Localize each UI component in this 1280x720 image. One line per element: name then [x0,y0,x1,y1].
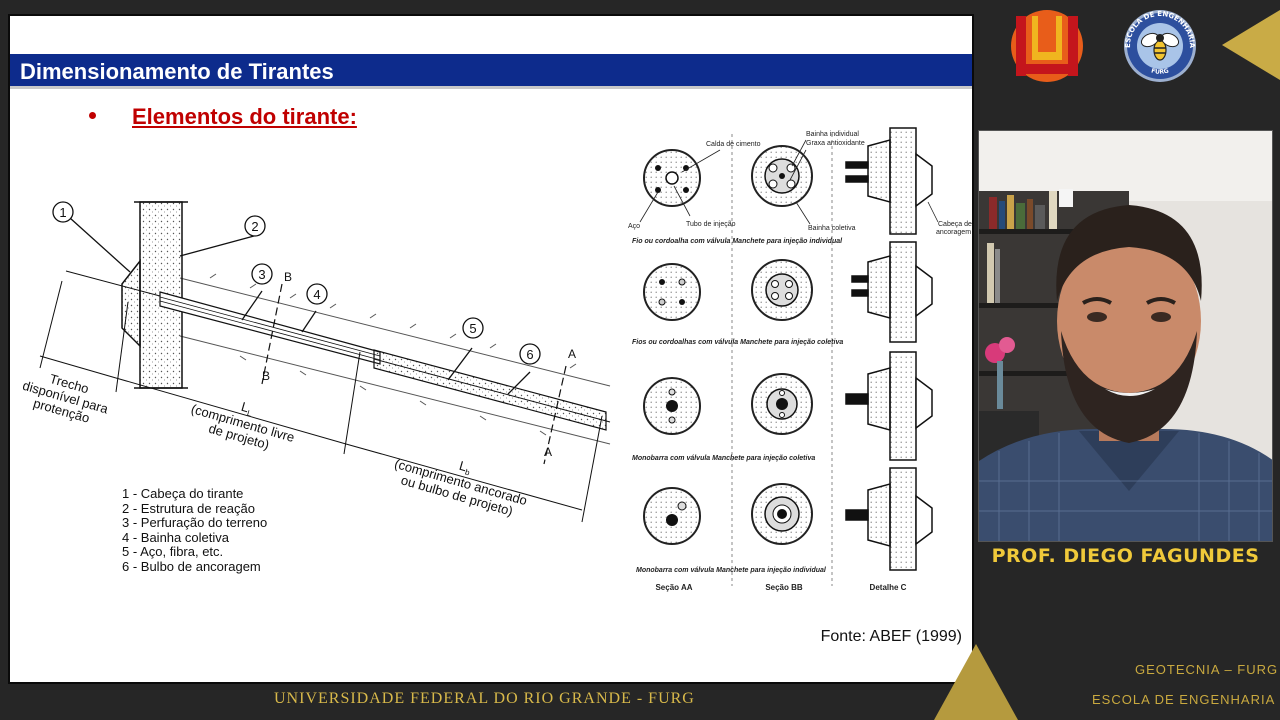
footer-geotecnia: GEOTECNIA – FURG [1135,662,1279,677]
presenter-video [978,130,1273,542]
gold-triangle-bottom [934,644,1018,720]
section-aa-row-3 [643,377,701,435]
label-tubo: Tubo de injeção [686,221,736,228]
legend-item: 2 - Estrutura de reação [122,500,255,516]
legend-item: 6 - Bulbo de ancoragem [122,558,261,574]
legend-item: 1 - Cabeça do tirante [122,486,244,501]
callout-6-label: 6 [526,347,533,362]
section-aa-row-1 [643,149,701,207]
footer-escola: ESCOLA DE ENGENHARIA [1092,692,1276,707]
callout-2-label: 2 [251,219,258,234]
footer-university: UNIVERSIDADE FEDERAL DO RIO GRANDE - FUR… [274,690,695,707]
section-bb-row-4 [751,483,813,545]
detail-c-column [845,127,933,571]
row-caption-1: Fio ou cordoalha com válvula Manchete pa… [632,238,843,245]
section-aa-row-2 [643,263,701,321]
section-b-bottom: B [262,369,270,383]
col-caption-bb: Seção BB [765,583,803,592]
legend: 1 - Cabeça do tirante 2 - Estrutura de r… [122,486,268,575]
escola-engenharia-logo: ESCOLA DE ENGENHARIA FURG [1124,10,1196,82]
col-caption-aa: Seção AA [655,583,692,592]
presenter-name: PROF. DIEGO FAGUNDES [991,545,1260,567]
label-cabeca-2: ancoragem [936,229,971,236]
section-a-top: A [568,347,576,361]
callout-3-label: 3 [258,267,265,282]
slide-canvas: Dimensionamento de Tirantes Elementos do… [8,14,974,684]
label-bainha-individual: Bainha individual [806,131,859,138]
label-calda: Calda de cimento [706,141,761,148]
row-caption-4: Monobarra com válvula Manchete para inje… [636,567,827,574]
col-caption-c: Detalhe C [870,583,907,592]
row-caption-3: Monobarra com válvula Manchete para inje… [632,455,815,462]
section-a-bottom: A [544,445,552,459]
section-b-top: B [284,270,292,284]
presenter-video-frame [979,131,1272,541]
label-cabeca-1: Cabeça de [938,221,972,228]
label-aco: Aço [628,223,640,230]
tieback-diagram: 1 2 3 4 5 6 B B A A Trecho disponível pa… [21,201,611,523]
section-aa-row-4 [643,487,701,545]
section-bb-row-2 [751,259,813,321]
anchor-head [121,258,141,348]
furg-logo [1011,10,1083,82]
gold-triangle-top-right [1222,10,1280,80]
callout-1-label: 1 [59,205,66,220]
sections-figure: Calda de cimento Bainha individual Graxa… [628,127,972,592]
legend-item: 4 - Bainha coletiva [122,529,229,545]
section-bb-row-3 [751,373,813,435]
row-caption-2: Fios ou cordoalhas com válvula Manchete … [632,339,843,346]
label-graxa: Graxa antioxidante [806,140,865,147]
legend-item: 5 - Aço, fibra, etc. [122,544,224,560]
free-length-tendon [159,291,381,365]
legend-item: 3 - Perfuração do terreno [122,515,268,531]
label-bainha-coletiva: Bainha coletiva [808,225,856,232]
callout-4-label: 4 [313,287,320,302]
callout-5-label: 5 [469,321,476,336]
